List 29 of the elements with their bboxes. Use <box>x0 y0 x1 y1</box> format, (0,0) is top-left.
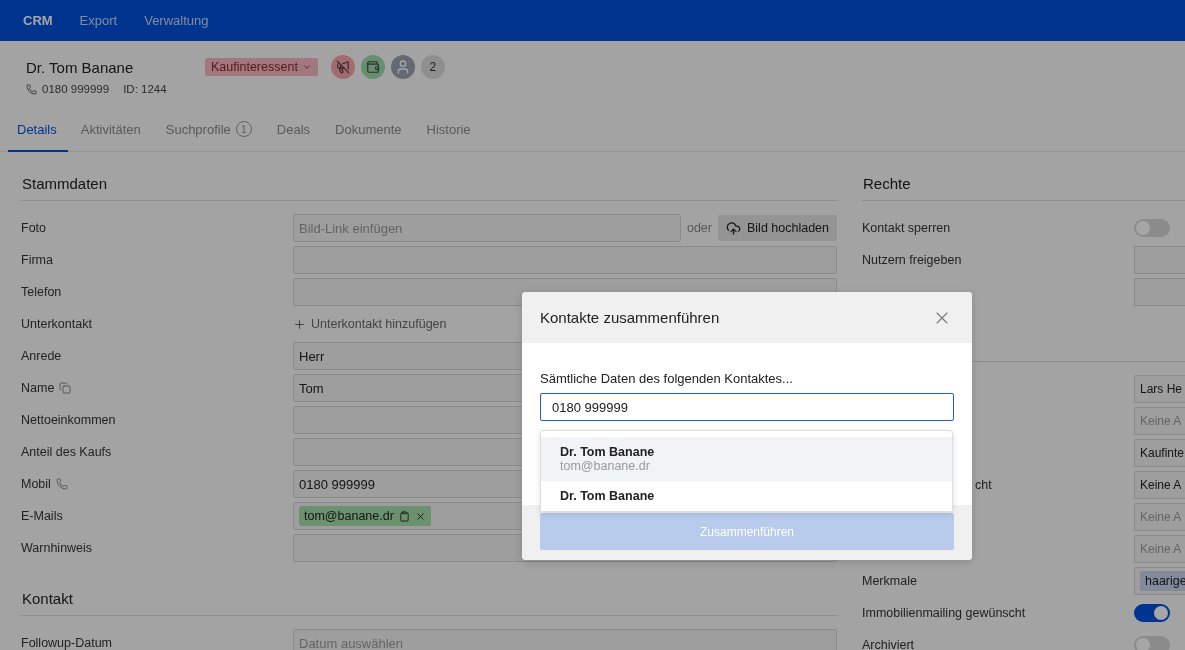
field-label: Archiviert <box>862 638 915 650</box>
field-label: Name <box>21 381 55 395</box>
field-label: Telefon <box>21 285 62 299</box>
count-text: 2 <box>429 60 437 74</box>
or-text: oder <box>686 221 712 235</box>
contact-id: ID: 1244 <box>123 83 167 95</box>
field-label: Nutzern freigeben <box>862 253 962 267</box>
field-label: Nettoeinkommen <box>21 413 116 427</box>
field-label: cht <box>975 478 992 492</box>
contact-name: Dr. Tom Banane <box>26 58 135 76</box>
field-label: Warnhinweis <box>21 541 93 555</box>
prompt-text: Sämtliche Daten des folgenden Kontaktes... <box>540 371 794 386</box>
field-label: Firma <box>21 253 53 267</box>
field-label: E-Mails <box>21 509 63 523</box>
phone-number: 0180 999999 <box>42 83 110 95</box>
field-label: Followup-Datum <box>21 636 112 650</box>
section-heading: Rechte <box>862 174 1185 201</box>
field-label: Anrede <box>21 349 62 363</box>
dialog-title: Kontakte zusammenführen <box>540 309 720 326</box>
field-label: Foto <box>21 221 46 235</box>
section-heading: Kontakt <box>21 589 837 616</box>
tag: tom@banane.dr <box>299 506 431 526</box>
field-label: Merkmale <box>862 574 917 588</box>
field-label: Kontakt sperren <box>862 221 951 235</box>
field-label: Immobilienmailing gewünscht <box>862 606 1026 620</box>
field-label: Unterkontakt <box>21 317 92 331</box>
field-label: Anteil des Kaufs <box>21 445 112 459</box>
section-heading: Stammdaten <box>21 174 837 201</box>
field-label: Mobil <box>21 477 51 491</box>
